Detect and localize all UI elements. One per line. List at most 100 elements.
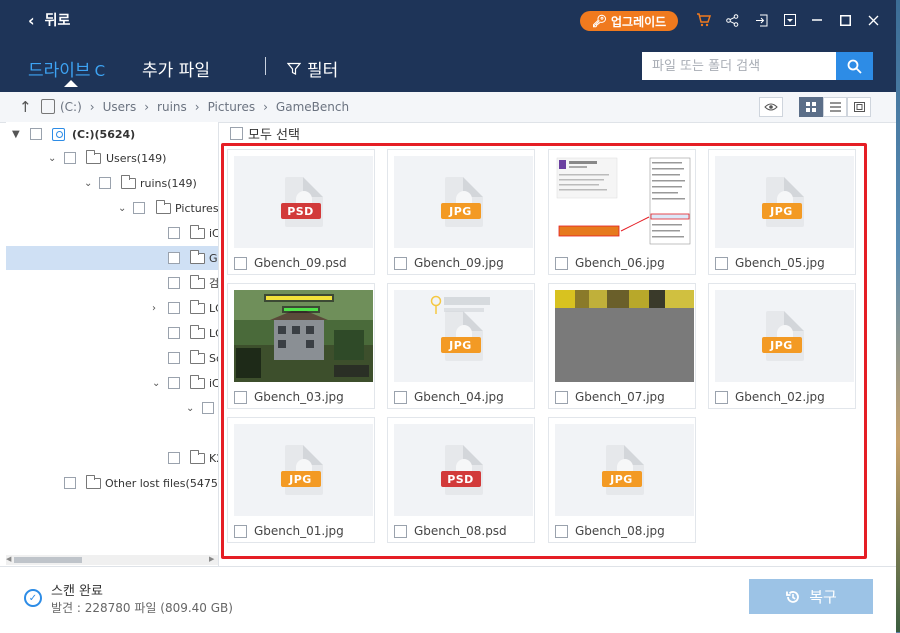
tree-checkbox[interactable] (133, 202, 145, 214)
folder-icon (190, 274, 205, 289)
chevron-down-icon[interactable]: ⌄ (48, 153, 56, 164)
chevron-down-icon[interactable]: ⌄ (118, 203, 126, 214)
tree-item-users[interactable]: ⌄ Users(149) (6, 146, 218, 170)
signin-icon[interactable] (752, 11, 770, 29)
tree-checkbox[interactable] (99, 177, 111, 189)
up-arrow-icon[interactable]: ↑ (19, 98, 32, 116)
pane-divider[interactable] (218, 122, 219, 566)
folder-icon (190, 324, 205, 339)
restore-button[interactable]: 복구 (749, 579, 873, 614)
tree-item-folder[interactable]: ⌄ iC (6, 371, 218, 395)
preview-eye-button[interactable] (759, 97, 783, 117)
tree-item-folder[interactable]: K2 (6, 446, 218, 470)
tree-label: Sc (209, 351, 218, 365)
tree-label: K2 (209, 451, 218, 465)
tab-drive[interactable]: 드라이브 C (28, 56, 105, 81)
grid-view-button[interactable] (799, 97, 823, 117)
tree-checkbox[interactable] (168, 277, 180, 289)
history-icon (786, 590, 800, 603)
detail-view-button[interactable] (847, 97, 871, 117)
crumb-separator: › (144, 100, 150, 114)
tree-label: 검 (209, 277, 218, 290)
tree-checkbox[interactable] (168, 377, 180, 389)
chevron-down-icon[interactable]: ⌄ (84, 178, 92, 189)
desktop-wallpaper (896, 0, 900, 632)
tree-item-folder[interactable]: LC (6, 321, 218, 345)
minimize-icon[interactable] (808, 11, 826, 29)
tree-item-drive-c[interactable]: ▼ (C:)(5624) (6, 122, 218, 146)
tree-item-folder[interactable]: Sc (6, 346, 218, 370)
crumb-pictures[interactable]: Pictures (208, 100, 256, 114)
tree-label: Ga (209, 251, 218, 265)
crumb-ruins[interactable]: ruins (157, 100, 187, 114)
upgrade-label: 업그레이드 (611, 14, 667, 29)
tree-item-folder[interactable]: iC (6, 221, 218, 245)
cart-icon[interactable] (694, 11, 712, 29)
status-footer: ✓ 스캔 완료 발견 : 228780 파일 (809.40 GB) 복구 (0, 566, 896, 633)
scroll-left-icon[interactable]: ◀ (6, 555, 11, 563)
tab-drive-letter: C (94, 62, 106, 80)
drive-location-icon (41, 99, 55, 114)
maximize-icon[interactable] (836, 11, 854, 29)
close-icon[interactable] (864, 11, 882, 29)
chevron-left-icon: ‹ (28, 10, 35, 30)
tree-checkbox[interactable] (168, 302, 180, 314)
active-tab-indicator (64, 80, 78, 87)
tree-checkbox[interactable] (168, 227, 180, 239)
folder-icon (190, 449, 205, 464)
chevron-down-icon[interactable]: ⌄ (152, 378, 160, 389)
scrollbar-thumb[interactable] (14, 557, 82, 563)
search-input[interactable] (642, 52, 836, 80)
tree-item-folder[interactable]: › LC (6, 296, 218, 320)
scroll-right-icon[interactable]: ▶ (209, 555, 214, 563)
tree-checkbox[interactable] (202, 402, 214, 414)
list-view-button[interactable] (823, 97, 847, 117)
tree-checkbox[interactable] (168, 327, 180, 339)
crumb-users[interactable]: Users (103, 100, 137, 114)
tree-item-ruins[interactable]: ⌄ ruins(149) (6, 171, 218, 195)
search-icon (847, 59, 862, 74)
tree-item-folder[interactable]: 검 (6, 271, 218, 295)
scan-status-title: 스캔 완료 (51, 584, 103, 599)
back-label: 뒤로 (44, 13, 71, 29)
crumb-separator: › (89, 100, 95, 114)
tree-scrollbar[interactable]: ◀ ▶ (6, 555, 218, 565)
tab-filter[interactable]: 필터 (287, 56, 338, 81)
tree-item-other-lost-files[interactable]: Other lost files(5475) (6, 471, 218, 495)
tree-item-pictures[interactable]: ⌄ Pictures(1 (6, 196, 218, 220)
tree-checkbox[interactable] (168, 452, 180, 464)
share-icon[interactable] (723, 11, 741, 29)
scan-status-detail: 발견 : 228780 파일 (809.40 GB) (51, 601, 233, 615)
tree-item-folder[interactable]: ⌄ (6, 396, 218, 420)
search-button[interactable] (836, 52, 873, 80)
tree-checkbox[interactable] (168, 352, 180, 364)
drive-icon (52, 127, 65, 141)
crumb-separator: › (194, 100, 200, 114)
crumb-drive[interactable]: (C:) (60, 100, 82, 114)
chevron-down-icon[interactable]: ⌄ (186, 403, 194, 414)
tree-checkbox[interactable] (168, 252, 180, 264)
select-all-checkbox[interactable]: 모두 선택 (230, 124, 300, 143)
folder-icon (121, 174, 136, 189)
back-button[interactable]: ‹ 뒤로 (28, 10, 70, 30)
check-circle-icon: ✓ (24, 589, 42, 607)
checkbox[interactable] (230, 127, 243, 140)
tree-checkbox[interactable] (64, 152, 76, 164)
detail-icon (853, 102, 865, 112)
tree-checkbox[interactable] (30, 128, 42, 140)
folder-icon (156, 199, 171, 214)
menu-dropdown-icon[interactable] (781, 11, 799, 29)
tree-label: Pictures(1 (175, 201, 218, 215)
chevron-down-icon[interactable]: ▼ (12, 129, 20, 140)
tree-checkbox[interactable] (64, 477, 76, 489)
folder-icon (86, 149, 101, 164)
crumb-gamebench[interactable]: GameBench (276, 100, 349, 114)
nav-bar: 드라이브 C 추가 파일 필터 (0, 40, 896, 92)
chevron-right-icon[interactable]: › (152, 303, 156, 314)
tree-item-gamebench[interactable]: Ga (6, 246, 218, 270)
tree-label: iC (209, 226, 218, 240)
title-bar: ‹ 뒤로 🔑︎ 업그레이드 (0, 0, 896, 40)
tab-extra-files[interactable]: 추가 파일 (142, 56, 210, 81)
crumb-separator: › (263, 100, 268, 114)
upgrade-button[interactable]: 🔑︎ 업그레이드 (580, 11, 678, 31)
